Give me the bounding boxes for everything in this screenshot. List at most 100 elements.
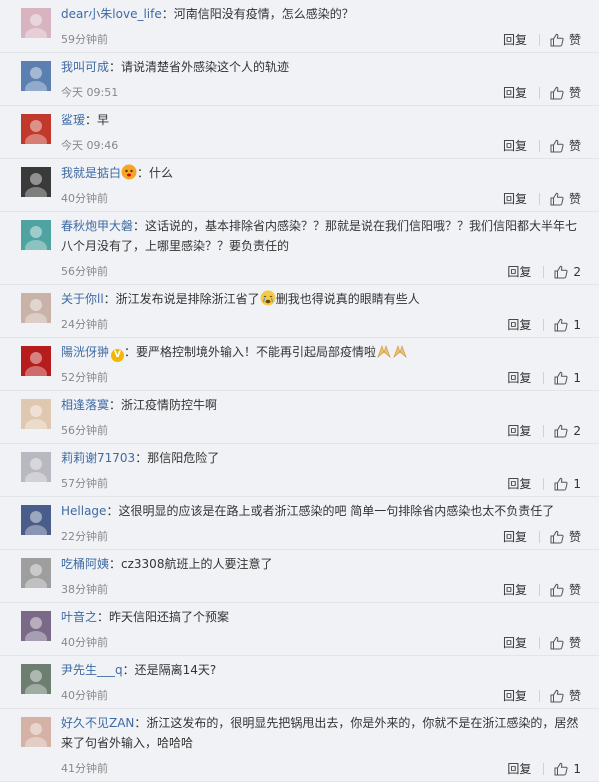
reply-button[interactable]: 回复 [503,191,527,207]
avatar[interactable] [21,452,51,482]
like-button[interactable]: 1 [554,476,581,492]
comment-username[interactable]: 尹先生___q [61,663,123,677]
crying-face-emoji [260,290,276,306]
reply-button[interactable]: 回复 [507,476,531,492]
like-button[interactable]: 1 [554,317,581,333]
like-button[interactable]: 赞 [550,32,581,48]
reply-button[interactable]: 回复 [507,317,531,333]
comment-timestamp: 40分钟前 [61,689,108,702]
like-button[interactable]: 1 [554,761,581,777]
comment-username[interactable]: 春秋炮甲大磐 [61,219,133,233]
avatar[interactable] [21,611,51,641]
comment-actions: 回复 赞 [503,138,581,154]
comment-text: ：那信阳危险了 [135,451,220,465]
comment-timestamp: 今天 09:46 [61,139,119,152]
comment-body: 我叫可成：请说清楚省外感染这个人的轨迹 [61,57,585,77]
action-divider [543,372,545,384]
like-button[interactable]: 赞 [550,191,581,207]
comment-item: 陽洸伢翀 V ：要严格控制境外输入！不能再引起局部疫情啦 52分钟前 回复 1 [0,338,599,391]
avatar[interactable] [21,664,51,694]
avatar[interactable] [21,346,51,376]
comment-actions: 回复 1 [507,761,581,777]
reply-button[interactable]: 回复 [503,529,527,545]
avatar[interactable] [21,558,51,588]
comment-text: ：浙江发布说是排除浙江省了 [103,292,260,306]
like-button[interactable]: 赞 [550,635,581,651]
reply-button[interactable]: 回复 [507,370,531,386]
reply-button[interactable]: 回复 [503,635,527,651]
like-count: 2 [573,265,581,279]
action-divider [538,140,540,152]
comment-body: Hellage：这很明显的应该是在路上或者浙江感染的吧 简单一句排除省内感染也太… [61,501,585,521]
like-count: 赞 [568,636,581,650]
thumbs-up-icon [550,636,569,650]
action-divider [543,425,545,437]
thumbs-up-icon [550,583,569,597]
avatar[interactable] [21,8,51,38]
like-button[interactable]: 1 [554,370,581,386]
comment-text: ：这很明显的应该是在路上或者浙江感染的吧 简单一句排除省内感染也太不负责任了 [106,504,555,518]
comment-timestamp: 40分钟前 [61,192,108,205]
comment-username[interactable]: Hellage [61,504,106,518]
like-button[interactable]: 赞 [550,138,581,154]
comment-username[interactable]: 好久不见ZAN [61,716,134,730]
reply-button[interactable]: 回复 [503,582,527,598]
avatar[interactable] [21,220,51,250]
thumbs-up-icon [550,192,569,206]
thumbs-up-icon [554,371,573,385]
avatar[interactable] [21,61,51,91]
like-button[interactable]: 赞 [550,688,581,704]
avatar[interactable] [21,399,51,429]
comment-timestamp: 59分钟前 [61,33,108,46]
comment-username[interactable]: 莉莉谢71703 [61,451,135,465]
reply-button[interactable]: 回复 [503,688,527,704]
comment-body: 吃桶阿姨：cz3308航班上的人要注意了 [61,554,585,574]
reply-button[interactable]: 回复 [507,423,531,439]
avatar[interactable] [21,114,51,144]
comment-body: 陽洸伢翀 V ：要严格控制境外输入！不能再引起局部疫情啦 [61,342,585,362]
avatar[interactable] [21,717,51,747]
reply-button[interactable]: 回复 [507,264,531,280]
comment-timestamp: 57分钟前 [61,477,108,490]
reply-button[interactable]: 回复 [503,85,527,101]
like-button[interactable]: 赞 [550,85,581,101]
comment-item: 鲨瑷：早 今天 09:46 回复 赞 [0,106,599,159]
comment-username[interactable]: 陽洸伢翀 [61,345,109,359]
reply-button[interactable]: 回复 [507,761,531,777]
reply-button[interactable]: 回复 [503,32,527,48]
comment-username[interactable]: 我就是掂白 [61,166,121,180]
avatar[interactable] [21,167,51,197]
comment-username[interactable]: 鲨瑷 [61,113,85,127]
avatar[interactable] [21,505,51,535]
thumbs-up-icon [550,139,569,153]
like-count: 赞 [568,689,581,703]
comment-text: ：要严格控制境外输入！不能再引起局部疫情啦 [124,345,377,359]
like-button[interactable]: 2 [554,264,581,280]
thumbs-up-icon [554,265,573,279]
comment-username[interactable]: 相逢落寞 [61,398,109,412]
comment-username[interactable]: 我叫可成 [61,60,109,74]
avatar[interactable] [21,293,51,323]
reply-button[interactable]: 回复 [503,138,527,154]
action-divider [538,531,540,543]
comment-username[interactable]: 吃桶阿姨 [61,557,109,571]
comment-username[interactable]: 关于你ll [61,292,104,306]
comment-text-continued: 删我也得说真的眼睛有些人 [275,292,420,306]
comment-text: ：浙江这发布的，很明显先把锅甩出去，你是外来的，你就不是在浙江感染的，居然来了句… [61,716,579,750]
like-button[interactable]: 赞 [550,582,581,598]
like-count: 赞 [568,139,581,153]
comment-username[interactable]: dear小朱love_life [61,7,162,21]
comment-list: dear小朱love_life：河南信阳没有疫情，怎么感染的？ 59分钟前 回复赞我… [0,0,599,782]
comment-item: 叶音之：昨天信阳还搞了个预案 40分钟前 回复 赞 [0,603,599,656]
comment-body: 我就是掂白 ：什么 [61,163,585,183]
comment-timestamp: 24分钟前 [61,318,108,331]
action-divider [538,34,540,46]
like-button[interactable]: 赞 [550,529,581,545]
comment-username[interactable]: 叶音之 [61,610,97,624]
comment-actions: 回复 赞 [503,85,581,101]
thumbs-up-icon [554,762,573,776]
comment-body: 叶音之：昨天信阳还搞了个预案 [61,607,585,627]
thumbs-up-icon [550,86,569,100]
comment-body: dear小朱love_life：河南信阳没有疫情，怎么感染的？ [61,4,585,24]
like-button[interactable]: 2 [554,423,581,439]
